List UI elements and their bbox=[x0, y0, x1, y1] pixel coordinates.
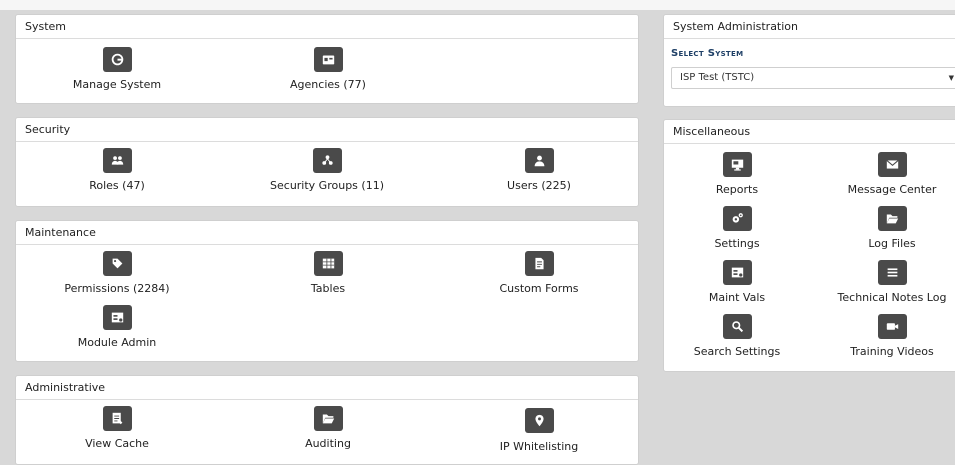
message-center-tile[interactable]: Message Center bbox=[792, 152, 955, 196]
auditing-label: Auditing bbox=[305, 437, 351, 450]
system-panel: System Manage System Agencies (77) bbox=[15, 14, 639, 104]
log-files-tile[interactable]: Log Files bbox=[792, 206, 955, 250]
message-center-label: Message Center bbox=[847, 183, 937, 196]
agencies-tile[interactable]: Agencies (77) bbox=[228, 47, 428, 91]
security-panel: Security Roles (47) Security Groups (11)… bbox=[15, 117, 639, 207]
manage-system-icon bbox=[102, 47, 132, 72]
technical-notes-log-label: Technical Notes Log bbox=[837, 291, 947, 304]
agencies-icon bbox=[313, 47, 343, 72]
view-cache-tile[interactable]: View Cache bbox=[17, 406, 217, 450]
technical-notes-log-tile[interactable]: Technical Notes Log bbox=[792, 260, 955, 304]
roles-label: Roles (47) bbox=[89, 179, 145, 192]
permissions-tile[interactable]: Permissions (2284) bbox=[17, 251, 217, 295]
envelope-icon bbox=[877, 152, 907, 177]
custom-forms-tile[interactable]: Custom Forms bbox=[439, 251, 639, 295]
roles-tile[interactable]: Roles (47) bbox=[17, 148, 217, 192]
ip-whitelisting-label: IP Whitelisting bbox=[499, 440, 579, 453]
users-tile[interactable]: Users (225) bbox=[439, 148, 639, 192]
module-admin-tile[interactable]: Module Admin bbox=[17, 305, 217, 349]
list-icon bbox=[877, 260, 907, 285]
table-icon bbox=[313, 251, 343, 276]
manage-system-label: Manage System bbox=[72, 78, 162, 91]
training-videos-tile[interactable]: Training Videos bbox=[792, 314, 955, 358]
security-groups-label: Security Groups (11) bbox=[270, 179, 384, 192]
system-panel-title: System bbox=[16, 15, 638, 39]
miscellaneous-panel: Miscellaneous Reports Message Center Set… bbox=[663, 119, 955, 372]
agencies-label: Agencies (77) bbox=[290, 78, 366, 91]
roles-icon bbox=[102, 148, 132, 173]
tables-label: Tables bbox=[310, 282, 346, 295]
select-system-label: Select System bbox=[671, 48, 744, 59]
video-camera-icon bbox=[877, 314, 907, 339]
permissions-icon bbox=[102, 251, 132, 276]
system-select-value: ISP Test (TSTC) bbox=[680, 72, 755, 83]
ip-whitelisting-tile[interactable]: IP Whitelisting bbox=[439, 406, 639, 453]
manage-system-tile[interactable]: Manage System bbox=[17, 47, 217, 91]
administrative-panel-title: Administrative bbox=[16, 376, 638, 400]
top-strip bbox=[0, 0, 955, 10]
security-panel-title: Security bbox=[16, 118, 638, 142]
module-admin-label: Module Admin bbox=[77, 336, 157, 349]
user-icon bbox=[524, 148, 554, 173]
permissions-label: Permissions (2284) bbox=[64, 282, 170, 295]
search-icon bbox=[722, 314, 752, 339]
system-administration-panel: System Administration Select System ISP … bbox=[663, 14, 955, 107]
auditing-tile[interactable]: Auditing bbox=[228, 406, 428, 450]
training-videos-label: Training Videos bbox=[850, 345, 934, 358]
chevron-down-icon: ▼ bbox=[948, 74, 954, 82]
maintenance-panel: Maintenance Permissions (2284) Tables Cu… bbox=[15, 220, 639, 362]
miscellaneous-title: Miscellaneous bbox=[664, 120, 955, 144]
tables-tile[interactable]: Tables bbox=[228, 251, 428, 295]
maint-vals-icon bbox=[722, 260, 752, 285]
custom-forms-label: Custom Forms bbox=[499, 282, 579, 295]
security-groups-tile[interactable]: Security Groups (11) bbox=[227, 148, 427, 192]
view-cache-label: View Cache bbox=[85, 437, 149, 450]
log-files-label: Log Files bbox=[868, 237, 916, 250]
cogs-icon bbox=[722, 206, 752, 231]
administrative-panel: Administrative View Cache Auditing IP Wh… bbox=[15, 375, 639, 465]
maintenance-panel-title: Maintenance bbox=[16, 221, 638, 245]
folder-open-icon bbox=[313, 406, 343, 431]
system-select[interactable]: ISP Test (TSTC) ▼ bbox=[671, 67, 955, 89]
reports-icon bbox=[722, 152, 752, 177]
folder-open-icon bbox=[877, 206, 907, 231]
security-groups-icon bbox=[312, 148, 342, 173]
view-cache-icon bbox=[102, 406, 132, 431]
ip-whitelisting-icon bbox=[524, 408, 554, 433]
users-label: Users (225) bbox=[507, 179, 571, 192]
system-administration-title: System Administration bbox=[664, 15, 955, 39]
module-admin-icon bbox=[102, 305, 132, 330]
custom-forms-icon bbox=[524, 251, 554, 276]
